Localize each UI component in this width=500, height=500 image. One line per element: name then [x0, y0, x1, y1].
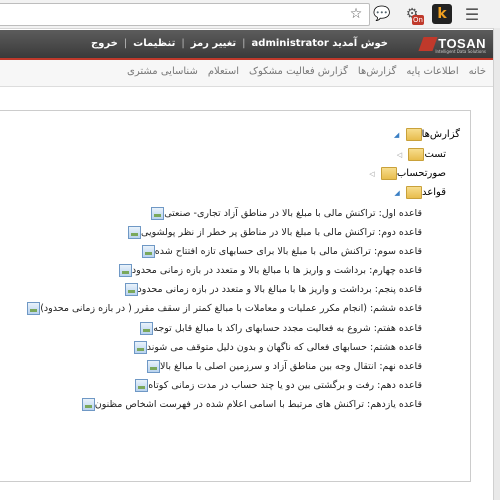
tree-label: قواعد	[422, 187, 446, 198]
tree-node-test[interactable]: ◁ تست	[392, 148, 446, 161]
logout-link[interactable]: خروج	[91, 36, 118, 52]
tree-label: تست	[424, 149, 446, 160]
tree-item-rule[interactable]: قاعده دوم: تراکنش مالی با مبلغ بالا در م…	[124, 226, 422, 239]
collapsed-icon[interactable]: ◁	[367, 170, 377, 178]
tree-item-rule[interactable]: قاعده نهم: انتقال وجه بین مناطق آزاد و س…	[143, 360, 422, 373]
rule-label: قاعده اول: تراکنش مالی با مبلغ بالا در م…	[164, 208, 422, 219]
k-extension-icon[interactable]: k	[432, 4, 452, 24]
rule-label: قاعده دهم: رفت و برگشتی بین دو یا چند حس…	[148, 380, 422, 391]
rule-label: قاعده هفتم: شروع به فعالیت مجدد حسابهای …	[153, 323, 422, 334]
logo-subtitle: Intelligent Data Solutions	[435, 49, 486, 54]
report-icon	[151, 207, 165, 220]
folder-icon	[408, 148, 425, 161]
tree-item-rule[interactable]: قاعده هفتم: شروع به فعالیت مجدد حسابهای …	[136, 322, 422, 335]
chat-icon[interactable]: 💬	[372, 4, 392, 24]
expand-icon[interactable]: ◢	[392, 131, 402, 139]
report-icon	[128, 226, 142, 239]
tree-item-rule[interactable]: قاعده ششم: (انجام مکرر عملیات و معاملات …	[23, 302, 422, 315]
rule-label: قاعده پنجم: برداشت و واریز ها با مبالغ ب…	[137, 284, 422, 295]
nav-item-base-info[interactable]: اطلاعات پایه	[406, 66, 458, 77]
nav-item-suspicious-report[interactable]: گزارش فعالیت مشکوک	[249, 66, 348, 77]
report-icon	[140, 322, 154, 335]
nav-items: خانه اطلاعات پایه گزارش‌ها گزارش فعالیت …	[127, 66, 486, 77]
extension-badge: On	[412, 15, 424, 25]
nav-item-reports[interactable]: گزارش‌ها	[358, 66, 396, 77]
report-icon	[147, 360, 161, 373]
separator: |	[181, 38, 185, 49]
tree-item-rule[interactable]: قاعده پنجم: برداشت و واریز ها با مبالغ ب…	[121, 283, 422, 296]
report-icon	[81, 398, 95, 411]
welcome-text: خوش آمدید administrator	[251, 38, 388, 49]
tree-item-rule[interactable]: قاعده دهم: رفت و برگشتی بین دو یا چند حس…	[131, 379, 422, 392]
top-menu: خوش آمدید administrator | تغییر رمز | تن…	[91, 36, 388, 52]
report-icon	[141, 245, 155, 258]
nav-item-customer-identification[interactable]: شناسایی مشتری	[127, 66, 198, 77]
menu-icon[interactable]: ☰	[462, 4, 482, 24]
tree-label: صورتحساب	[396, 168, 446, 179]
folder-icon	[406, 186, 423, 199]
separator: |	[242, 38, 246, 49]
tree-item-rule[interactable]: قاعده هشتم: حسابهای فعالی که ناگهان و بد…	[130, 341, 422, 354]
report-icon	[118, 264, 132, 277]
report-icon	[124, 283, 138, 296]
rule-label: قاعده یازدهم: تراکنش های مرتبط با اسامی …	[94, 399, 422, 410]
nav-item-home[interactable]: خانه	[469, 66, 486, 77]
rule-label: قاعده دوم: تراکنش مالی با مبلغ بالا در م…	[141, 227, 422, 238]
report-icon	[133, 341, 147, 354]
tree-node-reports[interactable]: ◢ گزارش‌ها	[390, 128, 460, 141]
address-bar[interactable]	[0, 3, 370, 26]
main-navbar: خانه اطلاعات پایه گزارش‌ها گزارش فعالیت …	[0, 58, 500, 87]
tree-node-rules[interactable]: ◢ قواعد	[390, 186, 446, 199]
folder-icon	[405, 128, 422, 141]
report-icon	[135, 379, 149, 392]
star-icon[interactable]: ☆	[346, 4, 366, 24]
tree-item-rule[interactable]: قاعده اول: تراکنش مالی با مبلغ بالا در م…	[147, 207, 422, 220]
expand-icon[interactable]: ◢	[392, 189, 402, 197]
settings-link[interactable]: تنظیمات	[133, 36, 175, 52]
change-password-link[interactable]: تغییر رمز	[191, 36, 236, 52]
content-panel	[0, 110, 471, 482]
rule-label: قاعده نهم: انتقال وجه بین مناطق آزاد و س…	[160, 361, 422, 372]
rule-label: قاعده سوم: تراکنش مالی با مبلغ بالا برای…	[154, 246, 422, 257]
nav-item-inquiry[interactable]: استعلام	[208, 66, 239, 77]
logo: TOSAN Intelligent Data Solutions	[418, 34, 486, 54]
rule-label: قاعده ششم: (انجام مکرر عملیات و معاملات …	[40, 303, 422, 314]
tree-item-rule[interactable]: قاعده چهارم: برداشت و واریز ها با مبالغ …	[115, 264, 422, 277]
tree-label: گزارش‌ها	[421, 129, 460, 140]
collapsed-icon[interactable]: ◁	[394, 151, 404, 159]
tree-item-rule[interactable]: قاعده سوم: تراکنش مالی با مبلغ بالا برای…	[138, 245, 422, 258]
browser-toolbar: ☆ 💬 ⚙ On k ☰	[0, 0, 500, 29]
app-header: TOSAN Intelligent Data Solutions خوش آمد…	[0, 30, 500, 58]
folder-icon	[380, 167, 397, 180]
tree-item-rule[interactable]: قاعده یازدهم: تراکنش های مرتبط با اسامی …	[78, 398, 422, 411]
rule-label: قاعده هشتم: حسابهای فعالی که ناگهان و بد…	[146, 342, 422, 353]
report-icon	[27, 302, 41, 315]
scrollbar[interactable]	[493, 28, 500, 500]
tree-node-statement[interactable]: ◁ صورتحساب	[365, 167, 446, 180]
rule-label: قاعده چهارم: برداشت و واریز ها با مبالغ …	[131, 265, 422, 276]
accent-line	[0, 58, 500, 60]
separator: |	[123, 38, 128, 49]
